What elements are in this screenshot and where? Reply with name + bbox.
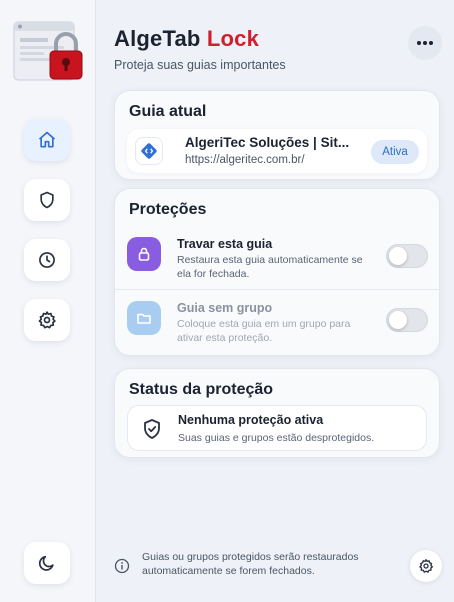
footer-settings-button[interactable] bbox=[410, 550, 442, 582]
protections-heading: Proteções bbox=[129, 201, 207, 218]
info-icon bbox=[114, 558, 130, 574]
theme-toggle-button[interactable] bbox=[24, 542, 70, 584]
protection-status-card: Status da proteção Nenhuma proteção ativ… bbox=[114, 368, 440, 458]
toggle-knob bbox=[389, 247, 407, 265]
footer-text: Guias ou grupos protegidos serão restaur… bbox=[142, 551, 359, 577]
current-tab-heading: Guia atual bbox=[129, 103, 207, 120]
protection-description: Coloque esta guia em um grupo para ativa… bbox=[177, 318, 351, 344]
nav-home-button[interactable] bbox=[24, 119, 70, 161]
toggle-knob bbox=[389, 311, 407, 329]
protection-lock-tab: Travar esta guia Restaura esta guia auto… bbox=[115, 225, 441, 289]
app-title-main: AlgeTab bbox=[114, 26, 201, 51]
protection-description: Restaura esta guia automaticamente se el… bbox=[177, 254, 363, 280]
protections-card: Proteções Travar esta guia Restaura esta… bbox=[114, 188, 441, 356]
nav-settings-button[interactable] bbox=[24, 299, 70, 341]
shield-icon bbox=[40, 191, 54, 209]
sidebar bbox=[0, 0, 96, 602]
status-box: Nenhuma proteção ativa Suas guias e grup… bbox=[127, 405, 427, 451]
gear-icon bbox=[38, 311, 56, 329]
lock-tab-toggle[interactable] bbox=[386, 244, 428, 268]
clock-icon bbox=[39, 252, 55, 268]
site-favicon-icon bbox=[135, 137, 163, 165]
shield-check-icon bbox=[144, 419, 160, 439]
status-heading: Status da proteção bbox=[129, 381, 274, 398]
protection-ungrouped-tab: Guia sem grupo Coloque esta guia em um g… bbox=[115, 289, 441, 353]
lock-icon bbox=[127, 237, 161, 271]
folder-icon bbox=[127, 301, 161, 335]
main-panel: AlgeTab Lock Proteja suas guias importan… bbox=[96, 0, 454, 602]
more-options-button[interactable] bbox=[408, 26, 442, 60]
app-subtitle: Proteja suas guias importantes bbox=[114, 58, 286, 72]
current-tab-row: AlgeriTec Soluções | Sit... https://alge… bbox=[127, 129, 427, 173]
status-title: Nenhuma proteção ativa bbox=[178, 413, 324, 427]
status-badge: Ativa bbox=[371, 140, 419, 164]
app-logo bbox=[12, 18, 84, 86]
protection-title: Travar esta guia bbox=[177, 237, 273, 251]
status-description: Suas guias e grupos estão desprotegidos. bbox=[178, 432, 375, 444]
gear-icon bbox=[419, 559, 433, 573]
current-tab-card: Guia atual AlgeriTec Soluções | Sit... h… bbox=[114, 90, 440, 180]
protection-title: Guia sem grupo bbox=[177, 301, 273, 315]
more-horizontal-icon bbox=[417, 41, 433, 45]
current-tab-title: AlgeriTec Soluções | Sit... bbox=[185, 135, 350, 150]
nav-shield-button[interactable] bbox=[24, 179, 70, 221]
current-tab-url: https://algeritec.com.br/ bbox=[185, 154, 305, 166]
moon-icon bbox=[38, 555, 54, 571]
nav-history-button[interactable] bbox=[24, 239, 70, 281]
app-title-accent: Lock bbox=[206, 26, 260, 51]
group-protection-toggle[interactable] bbox=[386, 308, 428, 332]
app-title: AlgeTab Lock bbox=[114, 26, 259, 52]
home-icon bbox=[38, 131, 56, 148]
